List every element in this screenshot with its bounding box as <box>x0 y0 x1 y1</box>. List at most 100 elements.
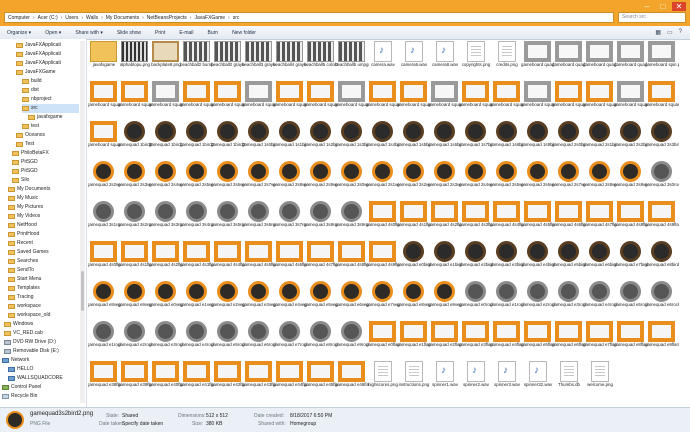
file-item[interactable]: gamequad 4s9flame0.pn g <box>366 241 400 272</box>
breadcrumb-item[interactable]: Walls <box>86 15 98 21</box>
file-item[interactable]: gamequad e1rock2.png <box>88 321 121 352</box>
file-item[interactable]: gamequad e41flame2.png <box>180 361 214 392</box>
file-item[interactable]: gamequad 2s2veg0.pn g <box>88 161 121 192</box>
breadcrumb-separator-icon[interactable]: › <box>142 15 144 21</box>
file-item[interactable]: gamequad e2rock2.png <box>118 321 152 352</box>
nav-item[interactable]: JavaFXApplicati <box>16 41 79 50</box>
file-item[interactable]: gamequad e46flame2.png <box>335 361 369 392</box>
email-button[interactable]: E-mail <box>172 30 200 36</box>
burn-button[interactable]: Burn <box>201 30 226 36</box>
nav-item[interactable]: JavaFXApplicati <box>16 59 79 68</box>
file-item[interactable]: gamequad 4s2flame1.pn g <box>428 201 462 232</box>
file-item[interactable]: spinner2.wav <box>460 361 492 392</box>
nav-item[interactable]: Recycle Bin <box>2 392 79 401</box>
file-item[interactable]: gameboard square9.pn g <box>335 81 369 112</box>
file-item[interactable]: gamequad e2rock1.png <box>521 281 555 312</box>
file-item[interactable]: gameboard square8.pn g <box>304 81 338 112</box>
file-item[interactable]: welcome.png <box>584 361 616 392</box>
nav-item[interactable]: Recent <box>8 239 79 248</box>
file-item[interactable]: gamequad 3s6rock1.pn g <box>242 201 276 232</box>
file-item[interactable]: alphablopu.png <box>119 41 151 72</box>
file-item[interactable]: gamequad e3rock2.png <box>149 321 183 352</box>
file-item[interactable]: camera6.wav <box>398 41 430 72</box>
file-item[interactable]: instructions.png <box>398 361 430 392</box>
file-item[interactable]: gamequad 4s4flame0.pn g <box>211 241 245 272</box>
breadcrumb-item[interactable]: NetBeansProjects <box>147 15 187 21</box>
help-icon[interactable]: ? <box>679 29 682 36</box>
nav-item[interactable]: Removable Disk (E:) <box>4 347 79 356</box>
file-item[interactable]: beachball2 grayscale25 6px.png <box>211 41 245 72</box>
file-item[interactable]: gameboard square18.pn g <box>614 81 648 112</box>
file-item[interactable]: gamequad 1s6bird0.png <box>428 121 462 152</box>
file-item[interactable]: gamequad e2bird0.png <box>459 241 493 272</box>
breadcrumb-item[interactable]: Acer (C:) <box>38 15 58 21</box>
file-item[interactable]: gamequad e38flame2.png <box>88 361 121 392</box>
file-item[interactable]: gamequad 4s9flame1.pn g <box>645 201 679 232</box>
nav-item[interactable]: Network <box>2 356 79 365</box>
file-item[interactable]: gamequad 4s8flame1.pn g <box>614 201 648 232</box>
file-item[interactable]: gamequad 4s7flame0.pn g <box>304 241 338 272</box>
slide-show-button[interactable]: Slide show <box>110 30 148 36</box>
file-item[interactable]: gamequad 2s0veg1.pn g <box>335 161 369 192</box>
file-item[interactable]: gamequad 3s3rock1.pn g <box>149 201 183 232</box>
file-item[interactable]: javafxgame <box>88 41 120 72</box>
nav-item[interactable]: Tracing <box>8 293 79 302</box>
file-item[interactable]: gamequad e8bird0.png <box>645 241 679 272</box>
file-item[interactable]: gamequad e5veg1.png <box>304 281 338 312</box>
nav-item[interactable]: Control Panel <box>2 383 79 392</box>
file-item[interactable]: gameboard square11.pn g <box>397 81 431 112</box>
search-input[interactable]: Search src <box>618 12 686 23</box>
file-item[interactable]: gamequad 2s1veg1.pn g <box>366 161 400 192</box>
file-item[interactable]: gamequad 2s3veg0.pn g <box>118 161 152 192</box>
nav-item[interactable]: Saved Games <box>8 248 79 257</box>
file-item[interactable]: gameboard quad4.png <box>614 41 648 72</box>
file-item[interactable]: gameboard square6.pn g <box>242 81 276 112</box>
nav-item[interactable]: My Videos <box>8 212 79 221</box>
file-item[interactable]: gamequad 4s3flame1.pn g <box>459 201 493 232</box>
file-item[interactable]: gamequad 1bird3.png <box>211 121 245 152</box>
file-item[interactable]: gamequad 1s5bird0.png <box>397 121 431 152</box>
nav-item[interactable]: My Music <box>8 194 79 203</box>
file-item[interactable]: gameboard square1.pn g <box>88 81 121 112</box>
file-item[interactable]: gamequad 3s9rock1.pn g <box>335 201 369 232</box>
preview-pane-icon[interactable]: ▭ <box>667 29 673 36</box>
nav-item[interactable]: src <box>22 104 79 113</box>
file-item[interactable]: gamequad e5rock1.png <box>614 281 648 312</box>
file-item[interactable]: gamequad e7flame2.png <box>583 321 617 352</box>
file-item[interactable]: gamequad 1s1bird0.png <box>273 121 307 152</box>
file-item[interactable]: gamequad 3s2rock1.pn g <box>118 201 152 232</box>
nav-item[interactable]: JavaFXApplicati <box>16 50 79 59</box>
file-item[interactable]: gamequad e2veg1.png <box>211 281 245 312</box>
share-with-button[interactable]: Share with ▾ <box>68 30 110 36</box>
nav-item[interactable]: SendTo <box>8 266 79 275</box>
file-item[interactable]: gamequad 4s8flame0.pn g <box>335 241 369 272</box>
file-item[interactable]: gamequad e43flame2.png <box>242 361 276 392</box>
file-item[interactable]: gameboard quad3.png <box>583 41 617 72</box>
nav-item[interactable]: PitSGD <box>12 167 79 176</box>
date-taken-value[interactable]: Specify date taken <box>122 421 163 427</box>
breadcrumb-item[interactable]: src <box>233 15 240 21</box>
file-item[interactable]: beachballb umpgraysc ale256px.png <box>335 41 369 72</box>
file-item[interactable]: gamequad 4s1flame0.pn g <box>118 241 152 272</box>
file-item[interactable]: gamequad 2s5veg1.pn g <box>490 161 524 192</box>
file-item[interactable]: gamequad 4s6flame1.pn g <box>552 201 586 232</box>
file-item[interactable]: gamequad e9veg0.png <box>118 281 152 312</box>
nav-item[interactable]: Oceanos <box>16 131 79 140</box>
file-item[interactable]: gameboard square10.pn g <box>366 81 400 112</box>
open-button[interactable]: Open ▾ <box>38 30 68 36</box>
file-item[interactable]: gamequad 3s7rock1.pn g <box>273 201 307 232</box>
breadcrumb-separator-icon[interactable]: › <box>81 15 83 21</box>
file-item[interactable]: gameboard square19.pn g <box>645 81 679 112</box>
nav-item[interactable]: PhiloBetaFX <box>12 149 79 158</box>
file-item[interactable]: gameboard square20.pn g <box>88 121 121 152</box>
file-item[interactable]: spinner32.wav <box>522 361 554 392</box>
file-item[interactable]: gamequad e9flame2.png <box>645 321 679 352</box>
file-item[interactable]: gamequad e42flame2.png <box>211 361 245 392</box>
file-item[interactable]: gamequad e0bird0.png <box>397 241 431 272</box>
file-item[interactable]: gamequad e6flame2.png <box>552 321 586 352</box>
file-item[interactable]: gamequad 2s2bird0.png <box>614 121 648 152</box>
file-item[interactable]: gameboard square5.pn g <box>211 81 245 112</box>
file-item[interactable]: gamequad 2s8veg1.pn g <box>583 161 617 192</box>
file-item[interactable]: gamequad 4s7flame1.pn g <box>583 201 617 232</box>
file-item[interactable]: gamequad e5bird0.png <box>552 241 586 272</box>
